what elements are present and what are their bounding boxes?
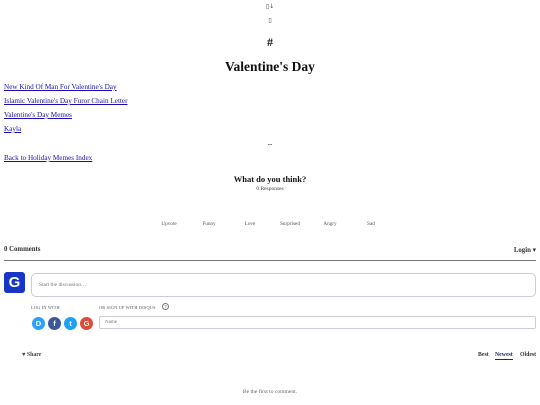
disqus-login-icon[interactable]: D [32, 317, 45, 330]
google-login-icon[interactable]: G [80, 317, 93, 330]
page-title: Valentine's Day [225, 59, 315, 74]
separator: -- [267, 140, 273, 148]
comment-editor-placeholder: Start the discussion… [39, 282, 87, 288]
link-valentines-memes[interactable]: Valentine's Day Memes [4, 111, 72, 119]
comments-count: 0 Comments [4, 246, 41, 253]
responses-count: 0 Responses [256, 186, 284, 192]
link-new-kind-of-man[interactable]: New Kind Of Man For Valentine's Day [4, 83, 117, 91]
facebook-login-icon[interactable]: f [48, 317, 61, 330]
signup-with-label: OR SIGN UP WITH DISQUS [99, 305, 156, 310]
sort-oldest[interactable]: Oldest [520, 352, 536, 358]
login-menu[interactable]: Login ▾ [514, 246, 536, 254]
hash-symbol: # [267, 35, 273, 49]
reaction-sad[interactable]: Sad [346, 221, 396, 227]
link-kayla[interactable]: Kayla [4, 125, 21, 133]
user-avatar: G [4, 272, 25, 293]
name-field[interactable] [99, 316, 536, 329]
toolbar-icon-top[interactable]: ▯↓ [0, 3, 540, 10]
empty-comments-message: Be the first to comment. [242, 389, 298, 395]
link-islamic-valentines[interactable]: Islamic Valentine's Day Furor Chain Lett… [4, 97, 128, 105]
toolbar-icon-second[interactable]: ▯ [0, 17, 540, 24]
comments-divider [4, 260, 536, 261]
login-with-label: LOG IN WITH [31, 305, 60, 310]
share-button[interactable]: ♥ Share [22, 352, 41, 358]
help-icon[interactable]: ? [162, 303, 169, 310]
reactions-question: What do you think? [233, 174, 307, 184]
comment-editor[interactable] [31, 273, 536, 297]
twitter-login-icon[interactable]: t [64, 317, 77, 330]
back-to-index-link[interactable]: Back to Holiday Memes Index [4, 154, 92, 162]
sort-best[interactable]: Best [478, 352, 489, 358]
sort-newest[interactable]: Newest [495, 352, 513, 360]
